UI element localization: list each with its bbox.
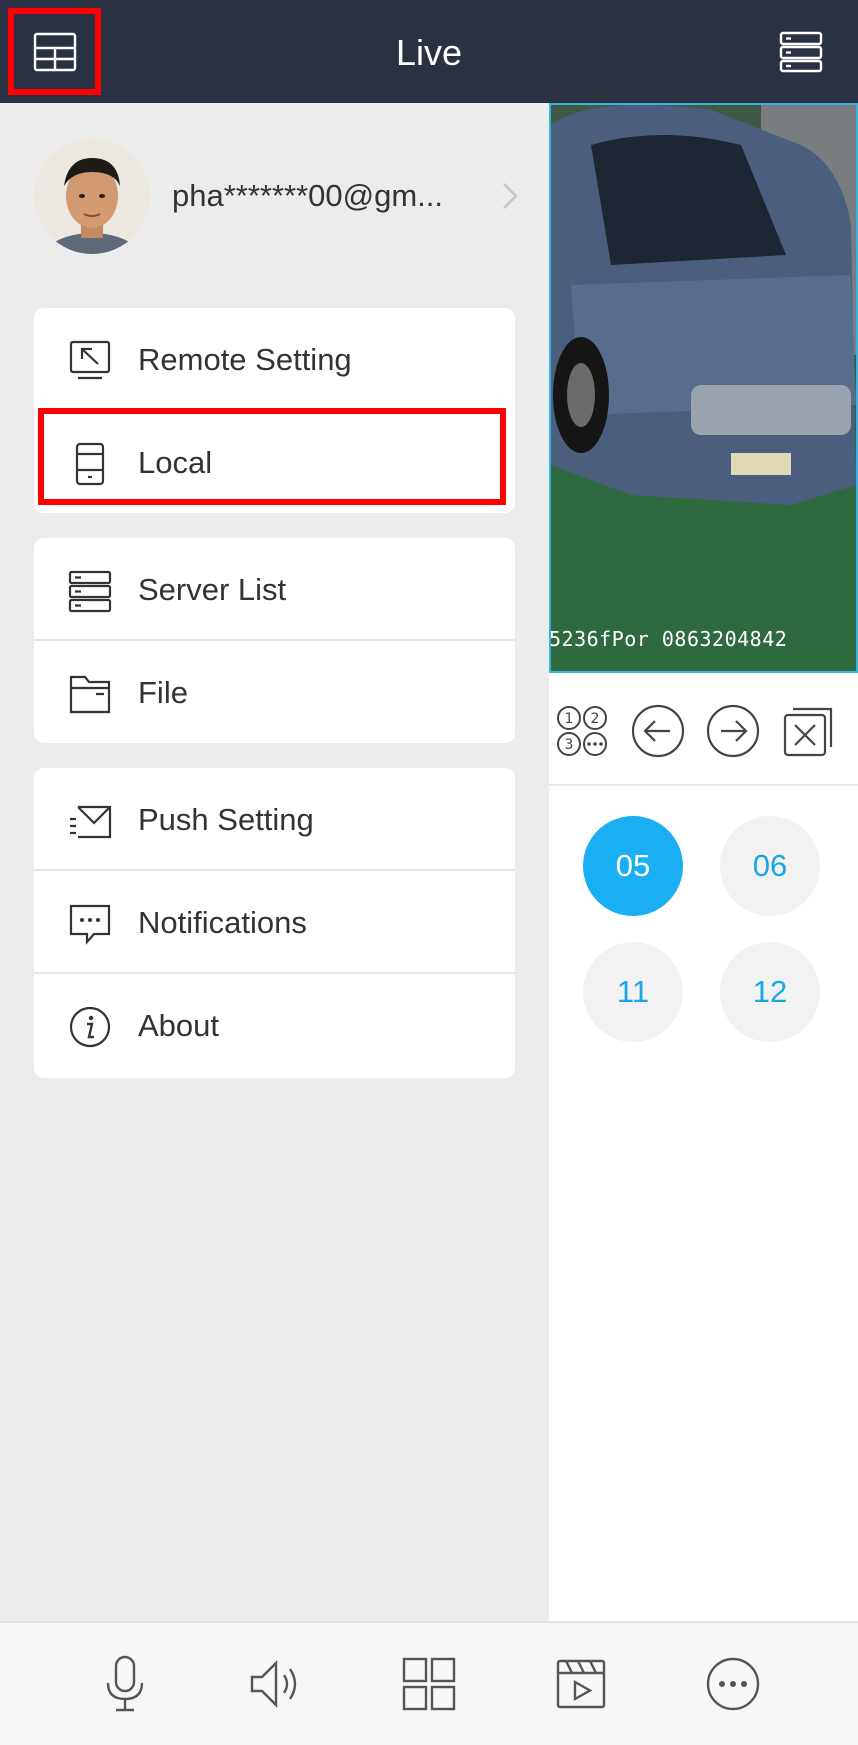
channel-12-button[interactable]: 12: [720, 942, 820, 1042]
menu-item-label: Notifications: [138, 905, 307, 940]
camera-feed-image: [551, 105, 856, 671]
menu-item-label: Server List: [138, 572, 287, 607]
folder-icon: [69, 675, 111, 714]
menu-group-files: Server List File: [34, 538, 515, 743]
channel-11-button[interactable]: 11: [583, 942, 683, 1042]
menu-item-push-setting[interactable]: Push Setting: [34, 768, 515, 871]
menu-item-notifications[interactable]: Notifications: [34, 871, 515, 974]
layout-menu-button[interactable]: [8, 8, 101, 95]
svg-text:3: 3: [565, 737, 574, 753]
menu-item-label: File: [138, 675, 188, 710]
live-video[interactable]: 5236fPor 0863204842: [549, 103, 858, 673]
server-list-icon: [68, 570, 112, 613]
close-all-icon[interactable]: [781, 703, 837, 759]
video-osd-text: 5236fPor 0863204842: [549, 627, 788, 651]
menu-item-label: Push Setting: [138, 802, 314, 837]
menu-group-info: Push Setting Notifications About: [34, 768, 515, 1078]
live-panel: 5236fPor 0863204842 1 2 3 05 06 11 12: [549, 103, 858, 1621]
server-icon: [779, 31, 823, 73]
playback-icon[interactable]: [550, 1653, 612, 1715]
more-icon[interactable]: [702, 1653, 764, 1715]
arrow-left-icon[interactable]: [630, 703, 686, 759]
chat-bubble-icon: [69, 904, 111, 945]
menu-item-about[interactable]: About: [34, 974, 515, 1077]
account-email: pha*******00@gm...: [172, 178, 444, 213]
live-controls: 1 2 3: [549, 673, 858, 786]
top-bar: Live: [0, 0, 858, 103]
menu-item-label: About: [138, 1008, 220, 1043]
bottom-toolbar: [0, 1621, 858, 1745]
server-list-button[interactable]: [772, 26, 830, 78]
page-title: Live: [395, 32, 463, 73]
highlight-local: [38, 408, 506, 505]
menu-item-label: Remote Setting: [138, 342, 352, 377]
profile-row[interactable]: pha*******00@gm...: [34, 138, 524, 254]
channel-grid-icon[interactable]: 1 2 3: [554, 703, 610, 759]
svg-text:1: 1: [565, 711, 574, 727]
multi-screen-icon[interactable]: [398, 1653, 460, 1715]
remote-setting-icon: [69, 340, 111, 380]
menu-item-server-list[interactable]: Server List: [34, 538, 515, 641]
channel-06-button[interactable]: 06: [720, 816, 820, 916]
channel-05-button[interactable]: 05: [583, 816, 683, 916]
avatar: [34, 138, 150, 254]
arrow-right-icon[interactable]: [705, 703, 761, 759]
microphone-icon[interactable]: [94, 1653, 156, 1715]
menu-item-file[interactable]: File: [34, 641, 515, 743]
speaker-icon[interactable]: [246, 1653, 308, 1715]
push-message-icon: [70, 805, 112, 839]
layout-icon: [33, 32, 76, 71]
chevron-right-icon: [503, 183, 518, 209]
side-drawer: pha*******00@gm... Remote Setting Local …: [0, 103, 549, 1621]
info-icon: [69, 1006, 111, 1048]
menu-item-remote-setting[interactable]: Remote Setting: [34, 308, 515, 411]
svg-text:2: 2: [591, 711, 600, 727]
